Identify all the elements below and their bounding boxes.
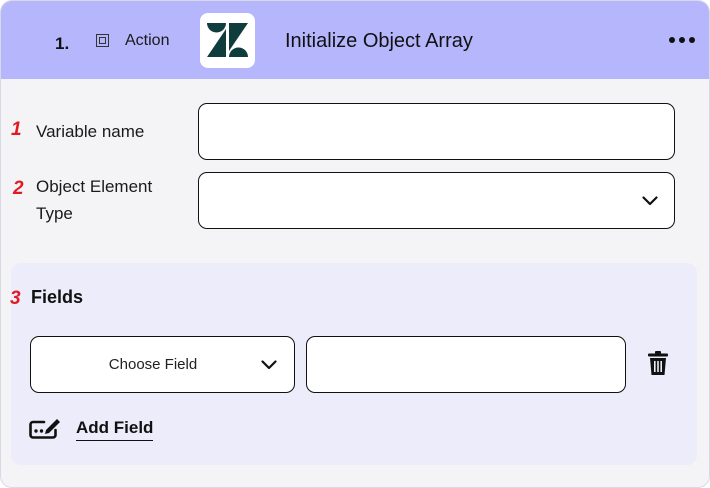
field-value-input[interactable] — [306, 336, 626, 393]
object-element-type-select[interactable] — [198, 172, 675, 229]
trash-icon[interactable] — [648, 351, 668, 376]
choose-field-select[interactable]: Choose Field — [30, 336, 295, 393]
chevron-down-icon — [642, 196, 658, 206]
marker-1: 1 — [11, 119, 22, 140]
step-number: 1. — [55, 34, 70, 53]
marker-2: 2 — [13, 178, 24, 199]
action-header: 1. Action Initialize Object Array — [1, 1, 709, 79]
edit-add-icon[interactable] — [29, 415, 61, 441]
add-field-button[interactable]: Add Field — [76, 418, 154, 441]
object-element-type-label-line1: Object Element — [36, 177, 153, 196]
variable-name-input[interactable] — [198, 103, 675, 160]
action-checkbox[interactable] — [96, 34, 109, 47]
zendesk-logo-icon — [200, 13, 255, 68]
more-options-icon[interactable] — [667, 28, 697, 52]
variable-name-label: Variable name — [36, 122, 145, 141]
marker-3: 3 — [10, 288, 21, 309]
object-element-type-label-line2: Type — [36, 204, 73, 223]
action-card: 1. Action Initialize Object Array 1 Vari… — [0, 0, 710, 488]
chevron-down-icon — [261, 360, 277, 370]
choose-field-label: Choose Field — [108, 356, 198, 373]
action-type-label: Action — [125, 32, 170, 49]
action-title: Initialize Object Array — [285, 30, 473, 52]
fields-title: Fields — [31, 287, 84, 307]
